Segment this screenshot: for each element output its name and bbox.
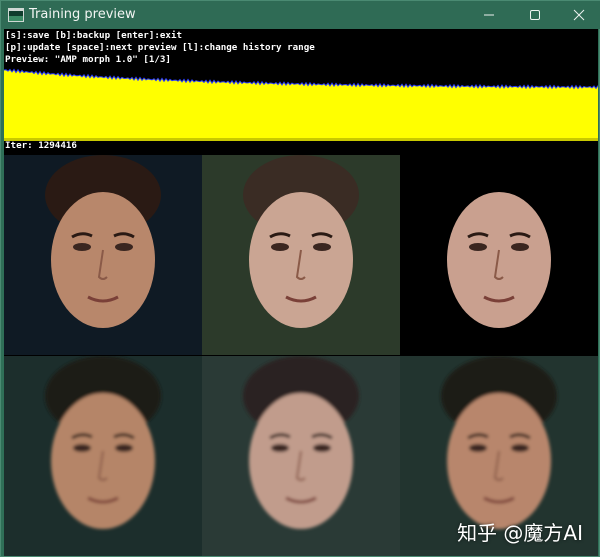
close-icon [573, 9, 585, 21]
face-image [243, 155, 359, 328]
face-image [45, 155, 161, 328]
loss-history-graph [4, 66, 598, 141]
preview-tile-src-predicted [4, 356, 202, 556]
face-image [243, 356, 359, 529]
face-image [441, 155, 557, 328]
minimize-button[interactable] [467, 1, 511, 29]
preview-tile-dst-masked [400, 155, 598, 355]
preview-grid [4, 155, 598, 556]
close-button[interactable] [557, 1, 600, 29]
maximize-icon [530, 10, 540, 20]
loss-baseline [4, 138, 598, 141]
preview-name-line: Preview: "AMP morph 1.0" [1/3] [5, 54, 171, 65]
preview-tile-dst-original [202, 155, 400, 355]
preview-tile-dst-predicted [202, 356, 400, 556]
iteration-counter: Iter: 1294416 [5, 140, 77, 151]
minimize-icon [484, 14, 494, 16]
window-title: Training preview [29, 7, 136, 22]
loss-fill [4, 69, 598, 141]
app-icon [8, 8, 24, 22]
maximize-button[interactable] [513, 1, 557, 29]
preview-content: [s]:save [b]:backup [enter]:exit [p]:upd… [4, 29, 598, 556]
watermark: 知乎 @魔方AI [457, 521, 583, 545]
face-image [45, 356, 161, 529]
preview-tile-src-original [4, 155, 202, 355]
training-preview-window: Training preview [s]:save [b]:backup [en… [0, 0, 600, 557]
title-bar[interactable]: Training preview [1, 1, 600, 29]
